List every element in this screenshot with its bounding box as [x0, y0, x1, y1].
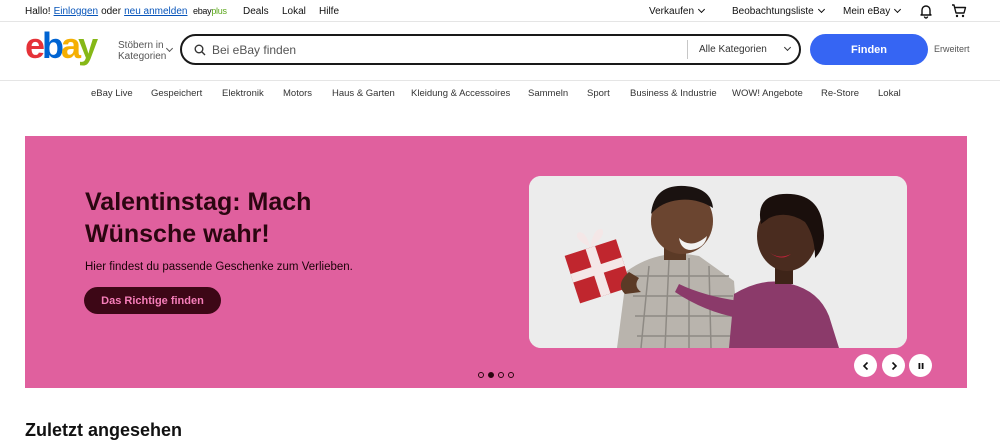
- carousel-dot-active[interactable]: [488, 372, 494, 378]
- chevron-down-icon: [817, 5, 825, 14]
- search-icon: [194, 44, 206, 56]
- chevron-down-icon: [894, 5, 902, 14]
- nav-item-sport[interactable]: Sport: [587, 88, 610, 99]
- chevron-right-icon: [891, 361, 897, 370]
- local-link[interactable]: Lokal: [282, 6, 306, 17]
- nav-item-business[interactable]: Business & Industrie: [630, 88, 717, 99]
- chevron-down-icon: [165, 44, 174, 53]
- recently-viewed-heading: Zuletzt angesehen: [25, 420, 183, 440]
- hero-image[interactable]: [529, 176, 907, 348]
- top-bar: Hallo! Einloggen oder neu anmelden ebayp…: [0, 0, 1000, 22]
- ebay-plus-link[interactable]: ebayplus: [193, 6, 227, 16]
- carousel-dot[interactable]: [508, 372, 514, 378]
- sell-menu[interactable]: Verkaufen: [649, 5, 706, 17]
- watchlist-menu[interactable]: Beobachtungsliste: [732, 5, 825, 17]
- my-ebay-menu[interactable]: Mein eBay: [843, 5, 902, 17]
- or-text: oder: [101, 6, 122, 17]
- cart-icon[interactable]: [951, 3, 967, 19]
- nav-item-local[interactable]: Lokal: [878, 88, 901, 99]
- watchlist-label: Beobachtungsliste: [732, 6, 814, 17]
- help-link[interactable]: Hilfe: [319, 6, 339, 17]
- carousel-dot[interactable]: [498, 372, 504, 378]
- carousel-prev-button[interactable]: [854, 354, 877, 377]
- nav-item-electronics[interactable]: Elektronik: [222, 88, 264, 99]
- carousel-dot[interactable]: [478, 372, 484, 378]
- nav-item-ebay-live[interactable]: eBay Live: [91, 88, 133, 99]
- header-divider: [0, 80, 1000, 81]
- browse-categories-button[interactable]: Stöbern in Kategorien: [118, 40, 166, 62]
- chevron-down-icon: [783, 43, 792, 52]
- search-bar: Alle Kategorien: [180, 34, 801, 65]
- hero-banner: Valentinstag: Mach Wünsche wahr! Hier fi…: [25, 136, 967, 388]
- nav-item-collect[interactable]: Sammeln: [528, 88, 568, 99]
- hero-cta-button[interactable]: Das Richtige finden: [84, 287, 221, 314]
- chevron-down-icon: [698, 5, 706, 14]
- couple-illustration: [529, 176, 907, 348]
- search-divider: [687, 40, 688, 59]
- advanced-search-link[interactable]: Erweitert: [934, 44, 970, 54]
- greeting-area: Hallo! Einloggen oder neu anmelden: [25, 6, 187, 17]
- chevron-left-icon: [862, 361, 868, 370]
- my-ebay-label: Mein eBay: [843, 6, 891, 17]
- greeting-text: Hallo!: [25, 6, 51, 17]
- search-input[interactable]: [212, 40, 682, 60]
- nav-item-saved[interactable]: Gespeichert: [151, 88, 202, 99]
- deals-link[interactable]: Deals: [243, 6, 269, 17]
- bell-icon[interactable]: [918, 3, 934, 19]
- category-select[interactable]: Alle Kategorien: [699, 44, 767, 55]
- nav-item-clothing[interactable]: Kleidung & Accessoires: [411, 88, 510, 99]
- ebay-logo[interactable]: ebay: [25, 28, 109, 68]
- nav-item-home-garden[interactable]: Haus & Garten: [332, 88, 395, 99]
- search-button[interactable]: Finden: [810, 34, 928, 65]
- carousel-dots: [478, 372, 514, 378]
- hero-subtitle: Hier findest du passende Geschenke zum V…: [85, 261, 353, 273]
- browse-line-2: Kategorien: [118, 51, 167, 62]
- browse-line-1: Stöbern in: [118, 40, 164, 51]
- svg-text:ebay: ebay: [25, 28, 98, 66]
- register-link[interactable]: neu anmelden: [124, 6, 187, 17]
- carousel-next-button[interactable]: [882, 354, 905, 377]
- login-link[interactable]: Einloggen: [54, 6, 98, 17]
- ebay-plus-left: ebay: [193, 6, 212, 16]
- pause-icon: [918, 362, 923, 369]
- nav-item-restore[interactable]: Re-Store: [821, 88, 859, 99]
- sell-label: Verkaufen: [649, 6, 695, 17]
- hero-title: Valentinstag: Mach Wünsche wahr!: [85, 188, 312, 248]
- ebay-plus-right: plus: [211, 6, 227, 16]
- top-divider: [0, 21, 1000, 22]
- nav-item-wow-deals[interactable]: WOW! Angebote: [732, 88, 803, 99]
- carousel-pause-button[interactable]: [909, 354, 932, 377]
- nav-item-motors[interactable]: Motors: [283, 88, 312, 99]
